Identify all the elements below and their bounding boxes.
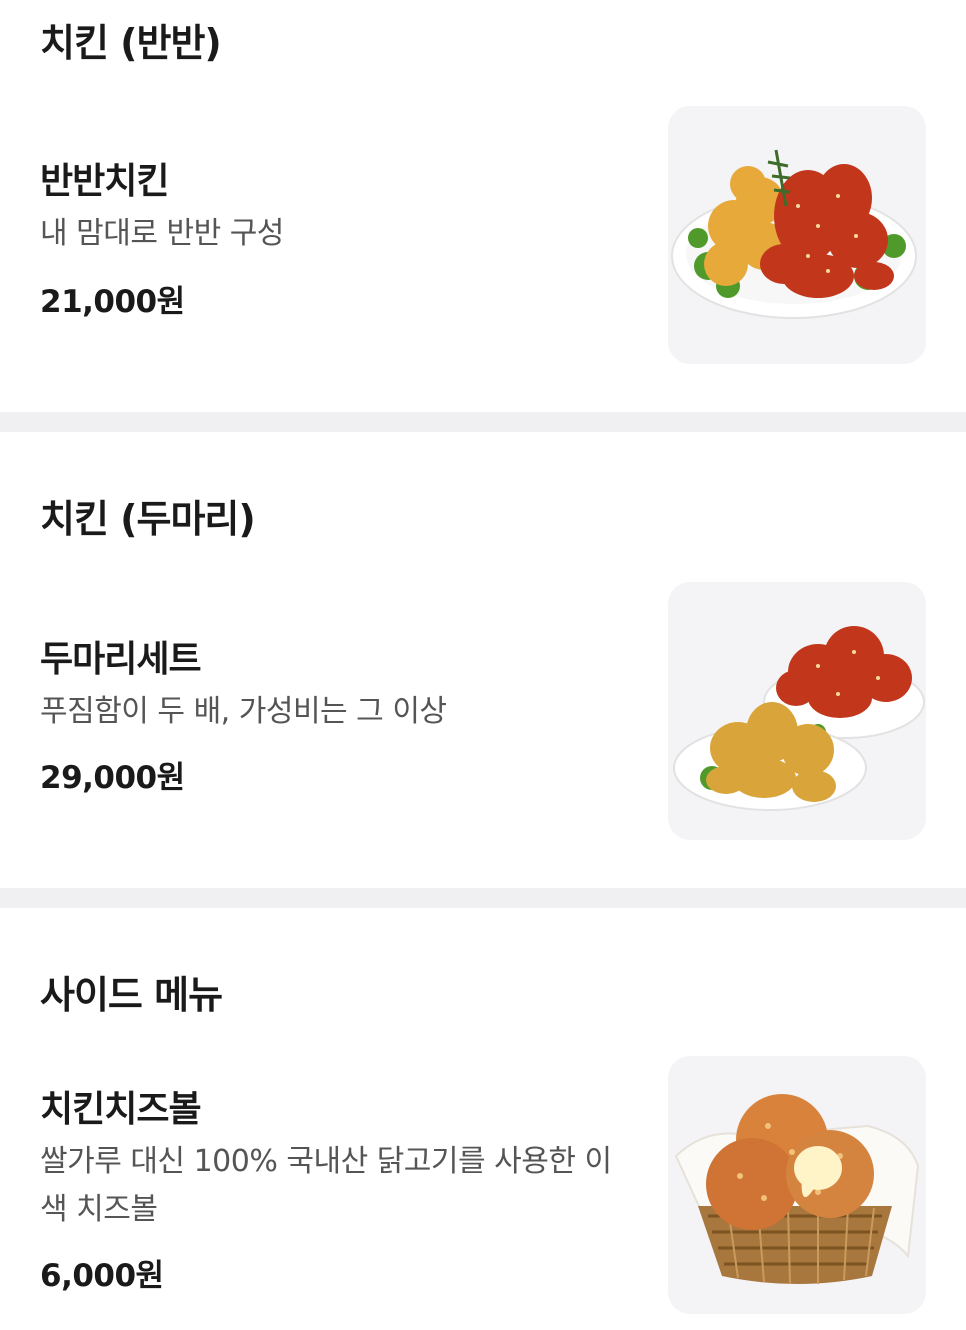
item-price: 29,000원 (40, 760, 185, 796)
item-price: 6,000원 (40, 1258, 164, 1294)
menu-section-side-menu: 사이드 메뉴 치킨치즈볼 쌀가루 대신 100% 국내산 닭고기를 사용한 이색… (0, 908, 966, 1330)
item-name: 두마리세트 (40, 639, 202, 680)
two-chicken-set-photo (668, 582, 926, 840)
section-divider (0, 412, 966, 432)
half-half-chicken-photo (668, 106, 926, 364)
item-description: 쌀가루 대신 100% 국내산 닭고기를 사용한 이색 치즈볼 (40, 1144, 612, 1227)
section-title: 치킨 (반반) (40, 21, 222, 65)
item-name: 치킨치즈볼 (40, 1089, 202, 1130)
menu-item-half-half-chicken[interactable]: 반반치킨 내 맘대로 반반 구성 21,000원 (0, 100, 966, 370)
menu-section-two-chicken: 치킨 (두마리) 두마리세트 푸짐함이 두 배, 가성비는 그 이상 29,00… (0, 432, 966, 888)
item-name: 반반치킨 (40, 161, 169, 202)
menu-item-two-chicken-set[interactable]: 두마리세트 푸짐함이 두 배, 가성비는 그 이상 29,000원 (0, 580, 966, 850)
menu-item-chicken-cheese-ball[interactable]: 치킨치즈볼 쌀가루 대신 100% 국내산 닭고기를 사용한 이색 치즈볼 6,… (0, 1056, 966, 1326)
item-price: 21,000원 (40, 284, 185, 320)
chicken-cheese-ball-photo (668, 1056, 926, 1314)
section-divider (0, 888, 966, 908)
section-title: 치킨 (두마리) (40, 497, 256, 541)
menu-section-half-half: 치킨 (반반) 반반치킨 내 맘대로 반반 구성 21,000원 (0, 0, 966, 412)
item-description: 푸짐함이 두 배, 가성비는 그 이상 (40, 694, 447, 729)
item-description: 내 맘대로 반반 구성 (40, 216, 284, 251)
section-title: 사이드 메뉴 (40, 973, 223, 1017)
